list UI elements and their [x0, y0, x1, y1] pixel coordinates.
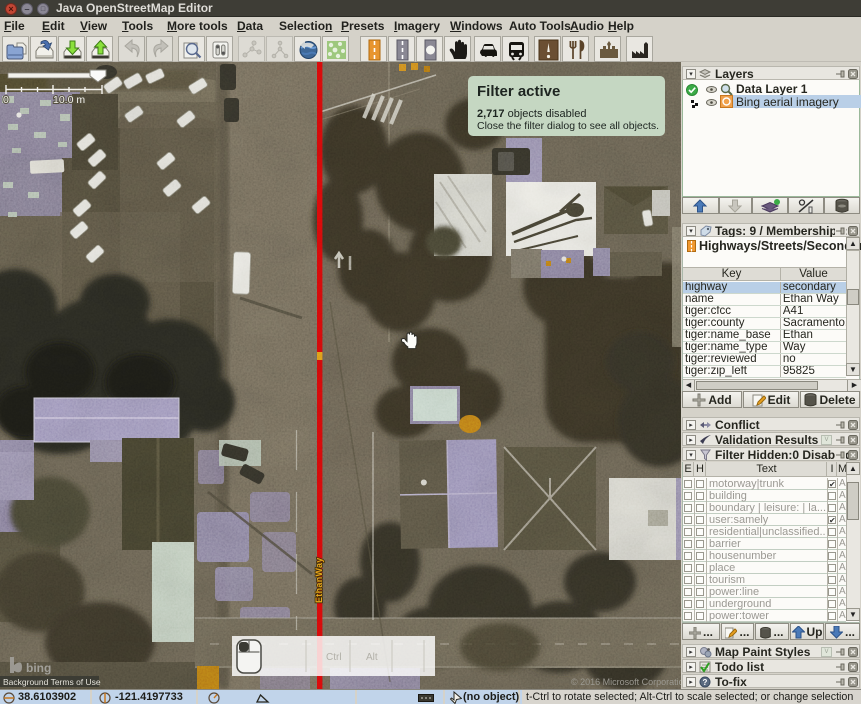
svg-text:bing: bing	[26, 661, 51, 675]
svg-text:Background Terms of Use: Background Terms of Use	[3, 677, 101, 687]
svg-text:Close the filter dialog to see: Close the filter dialog to see all objec…	[477, 120, 659, 132]
svg-text:Alt: Alt	[366, 652, 378, 663]
svg-text:© 2016 Microsoft Corporation: © 2016 Microsoft Corporation	[571, 677, 681, 687]
svg-text:2,717 objects disabled: 2,717 objects disabled	[477, 108, 586, 120]
svg-text:?: ?	[703, 678, 708, 687]
svg-text:Ctrl: Ctrl	[326, 652, 342, 663]
svg-text:10.0 m: 10.0 m	[53, 94, 85, 106]
svg-text:0: 0	[3, 94, 9, 106]
svg-text:Filter active: Filter active	[477, 83, 560, 100]
